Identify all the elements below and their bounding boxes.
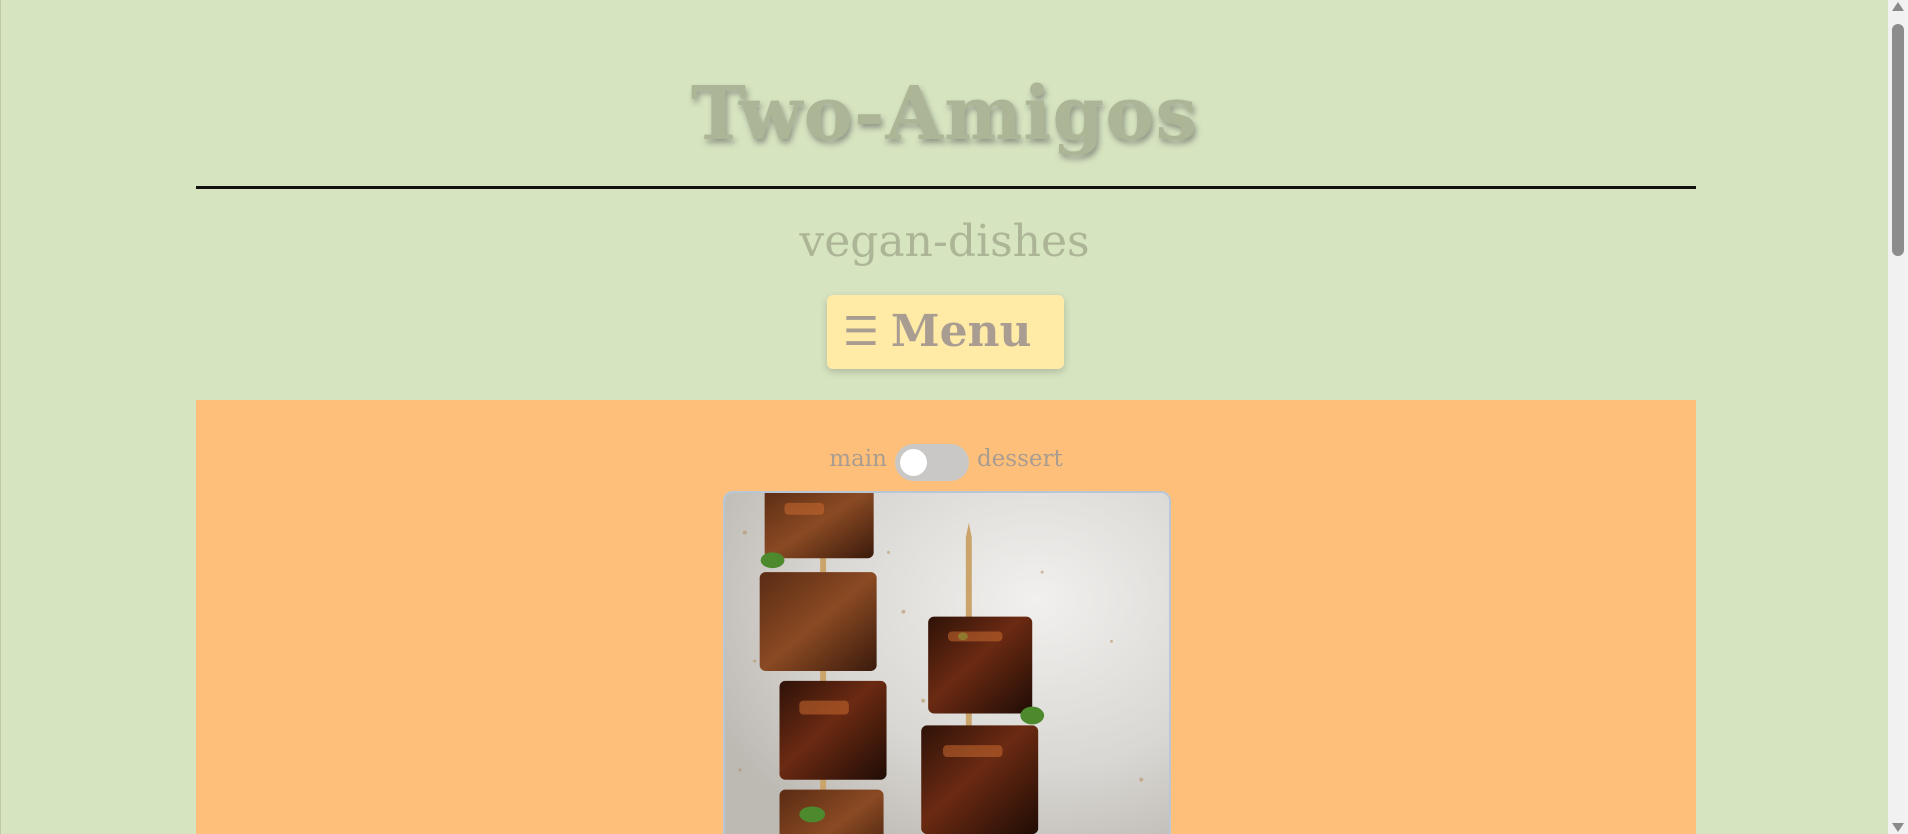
site-title: Two-Amigos [690, 71, 1199, 157]
menu-button[interactable]: ☰ Menu [827, 295, 1064, 369]
page-subtitle: vegan-dishes [799, 216, 1090, 267]
arrow-down-icon[interactable] [1892, 823, 1904, 832]
scrollbar-thumb[interactable] [1892, 24, 1904, 256]
arrow-up-icon[interactable] [1892, 2, 1904, 11]
title-divider [196, 186, 1696, 189]
dish-photo [725, 493, 1169, 834]
hamburger-icon: ☰ [843, 309, 879, 355]
menu-label: Menu [890, 306, 1032, 357]
toggle-label-dessert[interactable]: dessert [977, 446, 1063, 472]
vertical-scrollbar[interactable] [1888, 0, 1908, 834]
toggle-label-main[interactable]: main [829, 446, 887, 472]
dish-content-panel: main dessert [196, 400, 1696, 834]
dish-card[interactable] [723, 491, 1171, 834]
category-toggle-switch[interactable] [894, 444, 969, 481]
page: Two-Amigos vegan-dishes ☰ Menu main dess… [0, 0, 1888, 834]
toggle-knob [899, 449, 927, 476]
category-toggle: main dessert [196, 436, 1696, 481]
